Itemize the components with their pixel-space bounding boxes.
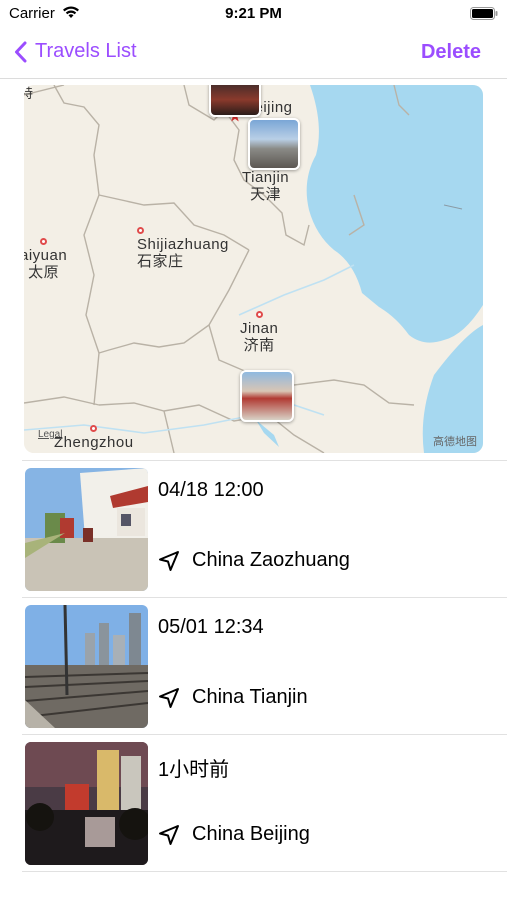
travel-photo — [25, 605, 148, 728]
city-dot-icon — [255, 311, 263, 318]
travel-location-label: China Zaozhuang — [192, 549, 350, 571]
travel-list-item[interactable]: 05/01 12:34 China Tianjin — [0, 598, 507, 735]
travel-location-label: China Beijing — [192, 823, 310, 845]
map-provider-label: 高德地图 — [433, 436, 477, 448]
city-name-zhengzhou: Zhengzhou — [54, 434, 134, 451]
travel-date: 05/01 12:34 — [158, 616, 264, 638]
city-marker-jinan[interactable]: Jinan 济南 — [240, 311, 278, 354]
city-marker-shijiazhuang[interactable]: Shijiazhuang 石家庄 — [137, 227, 229, 270]
city-name-zh-shijiazhuang: 石家庄 — [137, 253, 184, 270]
city-name-taiyuan: aiyuan — [24, 247, 68, 264]
travel-location: China Beijing — [158, 823, 310, 846]
travel-location: China Zaozhuang — [158, 549, 350, 572]
map-photo-pin-tianjin[interactable] — [248, 118, 300, 170]
travel-location-label: China Tianjin — [192, 686, 308, 708]
travel-date: 1小时前 — [158, 759, 230, 781]
map-view[interactable]: 特 Beijing Tianjin 天津 Shijiazhuang 石家庄 ai… — [24, 85, 483, 453]
city-dot-icon — [137, 227, 144, 234]
map-edge-label: 特 — [24, 86, 34, 101]
location-arrow-icon — [159, 550, 179, 571]
travel-location: China Tianjin — [158, 686, 308, 709]
city-marker-taiyuan[interactable]: aiyuan 太原 — [24, 238, 67, 281]
chevron-left-icon — [15, 41, 27, 62]
battery-icon — [470, 7, 498, 25]
travel-photo — [25, 468, 148, 591]
city-name-zh-tianjin: 天津 — [250, 186, 282, 203]
city-name-zh-taiyuan: 太原 — [28, 264, 60, 281]
travel-list-item[interactable]: 1小时前 China Beijing — [0, 735, 507, 872]
status-bar: Carrier 9:21 PM — [0, 0, 507, 30]
location-arrow-icon — [159, 824, 179, 845]
list-divider — [22, 871, 507, 872]
city-name-tianjin: Tianjin — [242, 169, 290, 186]
city-dot-icon — [40, 238, 48, 245]
delete-button[interactable]: Delete — [421, 41, 481, 64]
clock: 9:21 PM — [225, 5, 282, 22]
navigation-bar: Travels List Delete — [0, 30, 507, 79]
back-button[interactable]: Travels List — [14, 40, 137, 63]
city-name-shijiazhuang: Shijiazhuang — [137, 236, 229, 253]
travel-list-item[interactable]: 04/18 12:00 China Zaozhuang — [0, 461, 507, 598]
travel-photo — [25, 742, 148, 865]
map-legal-link[interactable]: Legal — [38, 429, 62, 440]
travel-date: 04/18 12:00 — [158, 479, 264, 501]
map-photo-pin-zaozhuang[interactable] — [240, 370, 294, 422]
city-dot-icon — [90, 425, 98, 432]
city-name-jinan: Jinan — [240, 320, 279, 337]
back-button-label: Travels List — [35, 40, 137, 62]
map-photo-pin-beijing[interactable] — [209, 85, 261, 117]
location-arrow-icon — [159, 687, 179, 708]
city-name-zh-jinan: 济南 — [243, 337, 275, 354]
city-marker-zhengzhou[interactable]: Zhengzhou — [54, 425, 134, 451]
